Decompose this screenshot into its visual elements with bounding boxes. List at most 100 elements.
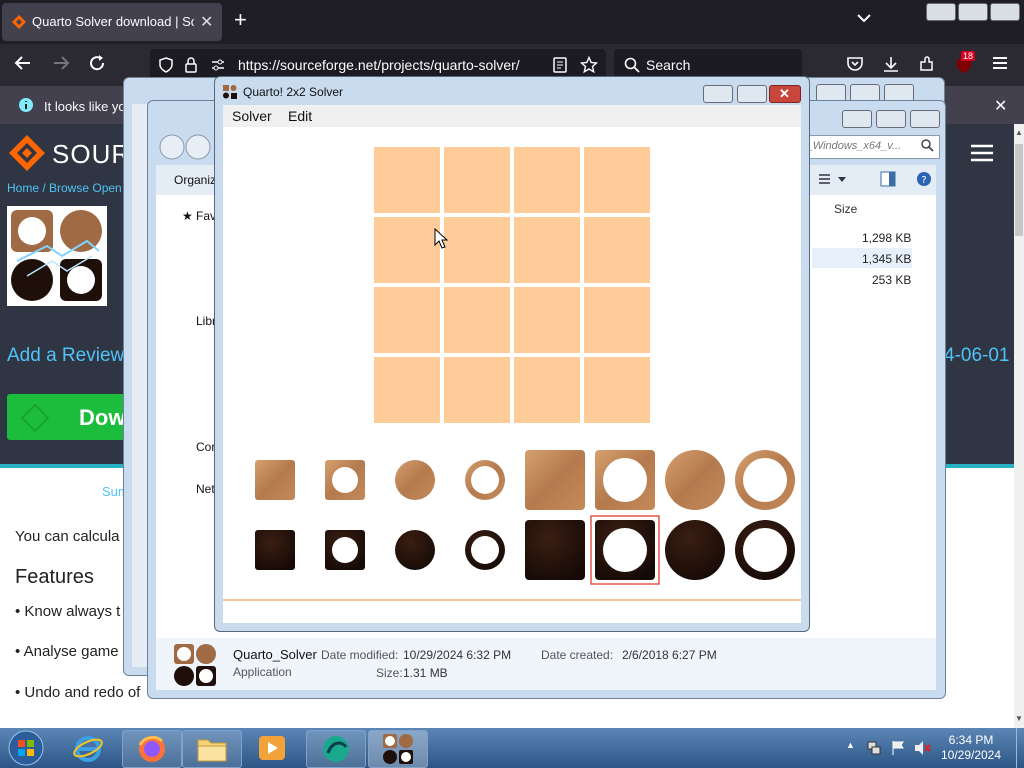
add-review-link[interactable]: Add a Review [7,345,124,367]
pocket-icon[interactable] [846,55,864,73]
size-column-header[interactable]: Size [834,202,857,216]
close-tab-icon[interactable]: ✕ [200,12,213,32]
taskbar-firefox-button[interactable] [122,730,182,768]
piece-light-small-square[interactable] [255,460,295,500]
show-desktop-button[interactable] [1016,728,1024,768]
tracking-shield-icon[interactable] [158,57,174,73]
app-globe-icon [323,736,349,762]
organize-menu[interactable]: Organiz [174,173,216,187]
piece-dark-small-square-hole[interactable] [325,530,365,570]
clock-date: 10/29/2024 [940,748,1002,762]
piece-dark-large-square[interactable] [525,520,585,580]
menu-hamburger-icon[interactable] [992,56,1008,70]
taskbar-explorer-button[interactable] [182,730,242,768]
extensions-icon[interactable] [918,55,936,73]
start-button-icon[interactable] [6,729,46,767]
board-cell[interactable] [444,287,510,353]
restore-button[interactable] [876,110,906,128]
tree-libraries[interactable]: Libr [196,314,216,328]
board-cell[interactable] [514,357,580,423]
internet-explorer-icon[interactable] [72,732,104,764]
board-cell[interactable] [584,287,650,353]
board-cell[interactable] [374,287,440,353]
board-cell[interactable] [514,217,580,283]
system-clock[interactable]: 6:34 PM 10/29/2024 [936,733,1006,763]
reload-icon[interactable] [88,54,106,72]
board-cell[interactable] [584,357,650,423]
permissions-icon[interactable] [210,57,226,73]
back-forward-icon[interactable] [158,133,214,161]
tree-network[interactable]: Net [196,482,215,496]
help-icon[interactable]: ? [916,171,932,187]
list-tabs-chevron-icon[interactable] [856,12,872,24]
board-cell[interactable] [374,147,440,213]
site-menu-icon[interactable] [970,144,994,162]
piece-light-small-circle-hole[interactable] [465,460,505,500]
close-window-button[interactable] [990,3,1020,21]
board-cell[interactable] [374,217,440,283]
minimize-button[interactable] [842,110,872,128]
piece-dark-small-square[interactable] [255,530,295,570]
piece-light-large-square-hole[interactable] [595,450,655,510]
piece-dark-small-circle-hole[interactable] [465,530,505,570]
show-hidden-icons-icon[interactable]: ▲ [846,740,855,750]
piece-dark-large-circle-hole[interactable] [735,520,795,580]
date-created-label: Date created: [541,648,614,662]
restore-button[interactable] [737,85,767,103]
piece-dark-large-circle[interactable] [665,520,725,580]
taskbar-app-button[interactable] [306,730,366,768]
piece-light-small-circle[interactable] [395,460,435,500]
lock-icon[interactable] [184,57,198,73]
minimize-button[interactable] [703,85,733,103]
downloads-icon[interactable] [882,55,900,73]
download-button[interactable]: Dow [7,394,127,440]
bookmark-star-icon[interactable] [580,56,598,74]
download-diamond-icon [21,404,49,432]
menu-edit[interactable]: Edit [288,108,312,124]
board-cell[interactable] [444,217,510,283]
piece-light-large-square[interactable] [525,450,585,510]
action-center-flag-icon[interactable] [890,740,906,756]
explorer-search-box[interactable]: r_Windows_x64_v... [800,135,940,159]
scroll-thumb[interactable] [1015,144,1023,236]
board-cell[interactable] [374,357,440,423]
views-icon[interactable] [818,173,848,187]
new-tab-icon[interactable]: + [234,9,247,31]
board-cell[interactable] [584,147,650,213]
page-scrollbar[interactable]: ▲ ▼ [1014,124,1024,728]
info-icon [18,97,34,113]
piece-light-large-circle-hole[interactable] [735,450,795,510]
menu-solver[interactable]: Solver [232,108,272,124]
network-icon[interactable] [866,740,882,756]
piece-dark-small-circle[interactable] [395,530,435,570]
breadcrumb[interactable]: Home / Browse Open [7,181,122,195]
board-cell[interactable] [584,217,650,283]
firefox-icon [138,736,165,762]
scroll-up-icon[interactable]: ▲ [1015,128,1023,137]
piece-light-small-square-hole[interactable] [325,460,365,500]
quarto-solver-window[interactable]: Quarto! 2x2 Solver ✕ Solver Edit [214,76,810,632]
sourceforge-logo-icon[interactable] [8,134,46,172]
restore-button[interactable] [958,3,988,21]
volume-muted-icon[interactable] [914,740,932,756]
media-player-icon[interactable] [256,732,288,764]
board-cell[interactable] [514,147,580,213]
tree-favorites[interactable]: Fav [196,209,216,223]
close-window-button[interactable]: ✕ [769,85,801,103]
board-cell[interactable] [444,357,510,423]
minimize-button[interactable] [926,3,956,21]
taskbar-quarto-button[interactable] [368,730,428,768]
board-cell[interactable] [444,147,510,213]
back-arrow-icon[interactable] [14,54,32,72]
close-notification-icon[interactable]: ✕ [994,96,1007,116]
forward-arrow-icon[interactable] [52,54,70,72]
piece-dark-large-square-hole[interactable] [590,515,660,585]
scroll-down-icon[interactable]: ▼ [1015,714,1023,723]
close-window-button[interactable] [910,110,940,128]
piece-light-large-circle[interactable] [665,450,725,510]
tree-computer[interactable]: Cor [196,440,215,454]
preview-pane-icon[interactable] [880,171,896,187]
reader-view-icon[interactable] [552,57,568,73]
board-cell[interactable] [514,287,580,353]
browser-tab[interactable]: Quarto Solver download | Sourc ✕ [2,3,222,41]
